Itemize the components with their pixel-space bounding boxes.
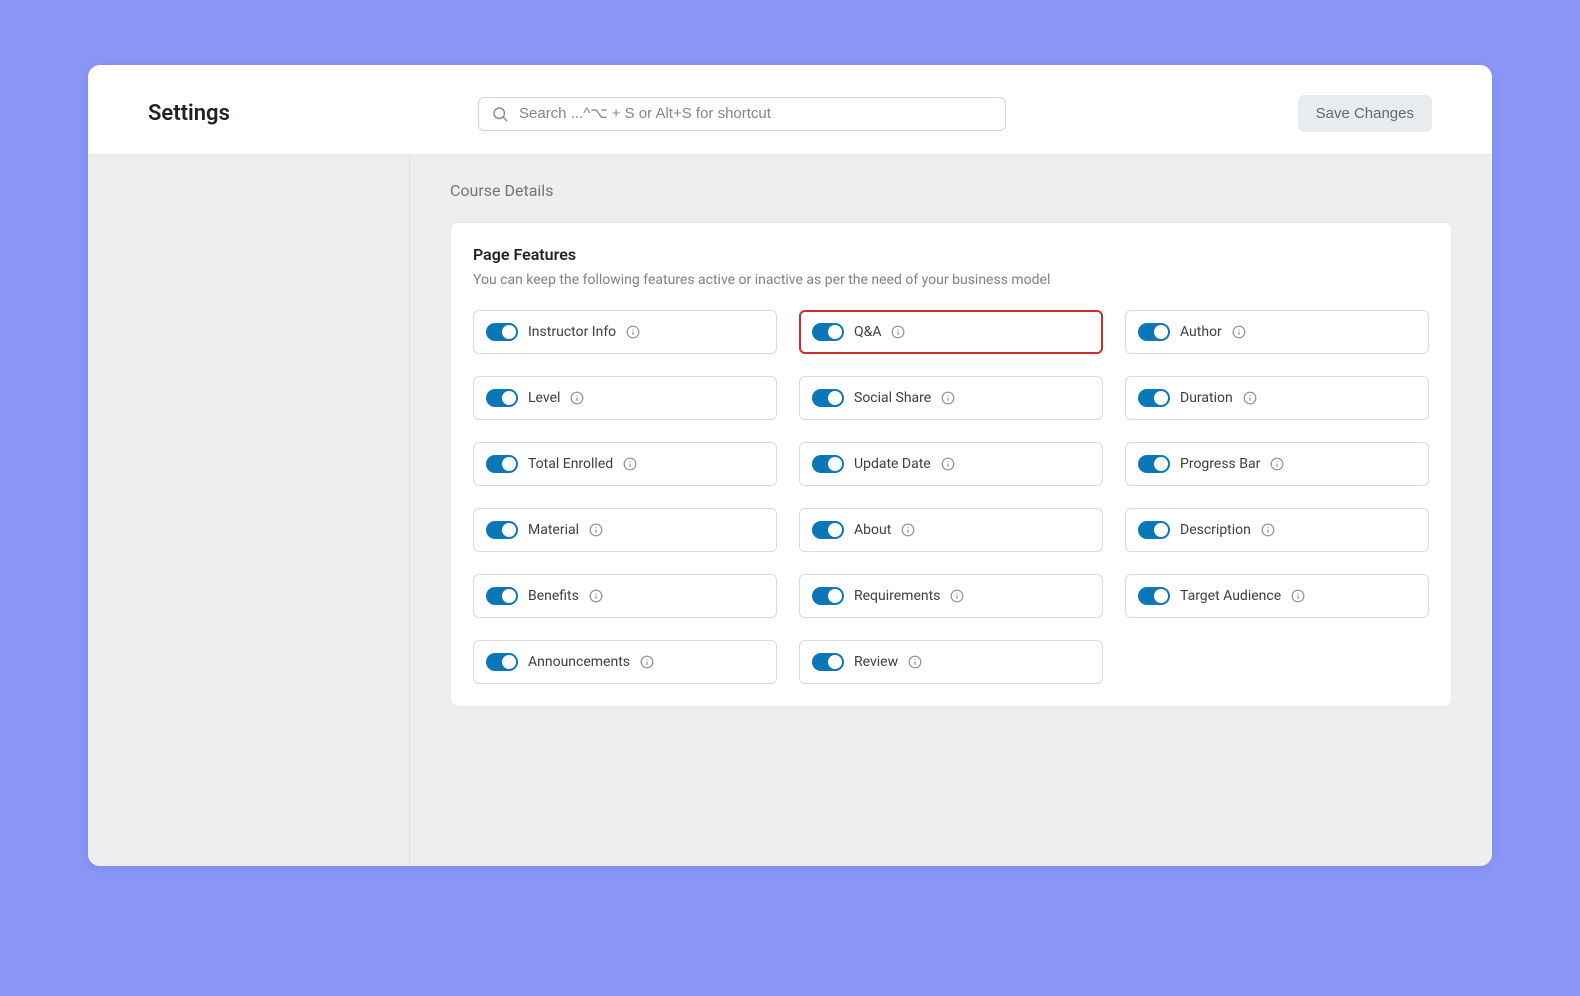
info-icon[interactable] xyxy=(1261,523,1275,537)
panel-description: You can keep the following features acti… xyxy=(473,272,1429,288)
feature-toggle[interactable] xyxy=(812,323,844,341)
info-icon[interactable] xyxy=(1243,391,1257,405)
search-field-wrap[interactable] xyxy=(478,97,1006,131)
feature-toggle[interactable] xyxy=(1138,521,1170,539)
feature-toggle[interactable] xyxy=(812,455,844,473)
info-icon[interactable] xyxy=(623,457,637,471)
feature-card: About xyxy=(799,508,1103,552)
feature-card: Instructor Info xyxy=(473,310,777,354)
feature-label: Total Enrolled xyxy=(528,456,613,472)
feature-label: Target Audience xyxy=(1180,588,1281,604)
page-title: Settings xyxy=(148,101,458,126)
feature-card: Announcements xyxy=(473,640,777,684)
panel-title: Page Features xyxy=(473,245,1429,264)
feature-label: Progress Bar xyxy=(1180,456,1260,472)
feature-label: Review xyxy=(854,654,898,670)
feature-card: Update Date xyxy=(799,442,1103,486)
feature-toggle[interactable] xyxy=(486,521,518,539)
info-icon[interactable] xyxy=(941,457,955,471)
info-icon[interactable] xyxy=(891,325,905,339)
info-icon[interactable] xyxy=(1270,457,1284,471)
search-icon xyxy=(491,105,509,123)
feature-card: Requirements xyxy=(799,574,1103,618)
body: Course Details Page Features You can kee… xyxy=(88,155,1492,866)
feature-card: Level xyxy=(473,376,777,420)
feature-toggle[interactable] xyxy=(486,587,518,605)
feature-label: Social Share xyxy=(854,390,931,406)
feature-card: Duration xyxy=(1125,376,1429,420)
feature-toggle[interactable] xyxy=(486,653,518,671)
info-icon[interactable] xyxy=(901,523,915,537)
info-icon[interactable] xyxy=(589,523,603,537)
info-icon[interactable] xyxy=(908,655,922,669)
feature-card: Target Audience xyxy=(1125,574,1429,618)
feature-toggle[interactable] xyxy=(812,653,844,671)
feature-label: Level xyxy=(528,390,560,406)
info-icon[interactable] xyxy=(950,589,964,603)
feature-toggle[interactable] xyxy=(1138,389,1170,407)
feature-toggle[interactable] xyxy=(1138,455,1170,473)
feature-toggle[interactable] xyxy=(486,389,518,407)
info-icon[interactable] xyxy=(640,655,654,669)
feature-card: Material xyxy=(473,508,777,552)
feature-toggle[interactable] xyxy=(1138,587,1170,605)
feature-card: Progress Bar xyxy=(1125,442,1429,486)
feature-toggle[interactable] xyxy=(486,455,518,473)
settings-window: Settings Save Changes Course Details Pag… xyxy=(88,65,1492,866)
sidebar xyxy=(133,155,410,866)
features-grid: Instructor Info Q&A Author Level Social Shar… xyxy=(473,310,1429,684)
info-icon[interactable] xyxy=(626,325,640,339)
feature-label: Description xyxy=(1180,522,1251,538)
info-icon[interactable] xyxy=(589,589,603,603)
info-icon[interactable] xyxy=(1291,589,1305,603)
feature-toggle[interactable] xyxy=(486,323,518,341)
feature-card: Q&A xyxy=(799,310,1103,354)
info-icon[interactable] xyxy=(570,391,584,405)
feature-toggle[interactable] xyxy=(812,587,844,605)
feature-label: Requirements xyxy=(854,588,940,604)
feature-label: Material xyxy=(528,522,579,538)
feature-label: About xyxy=(854,522,891,538)
feature-toggle[interactable] xyxy=(812,521,844,539)
info-icon[interactable] xyxy=(941,391,955,405)
feature-card: Author xyxy=(1125,310,1429,354)
feature-toggle[interactable] xyxy=(812,389,844,407)
feature-label: Q&A xyxy=(854,324,881,340)
save-changes-button[interactable]: Save Changes xyxy=(1298,95,1432,132)
feature-label: Instructor Info xyxy=(528,324,616,340)
page-features-panel: Page Features You can keep the following… xyxy=(450,222,1452,707)
feature-card: Review xyxy=(799,640,1103,684)
feature-card: Description xyxy=(1125,508,1429,552)
feature-card: Benefits xyxy=(473,574,777,618)
info-icon[interactable] xyxy=(1232,325,1246,339)
feature-label: Duration xyxy=(1180,390,1233,406)
topbar: Settings Save Changes xyxy=(88,65,1492,155)
content: Course Details Page Features You can kee… xyxy=(410,155,1492,866)
search-input[interactable] xyxy=(519,105,993,122)
feature-card: Social Share xyxy=(799,376,1103,420)
breadcrumb: Course Details xyxy=(450,181,1452,200)
feature-label: Update Date xyxy=(854,456,931,472)
feature-toggle[interactable] xyxy=(1138,323,1170,341)
feature-card: Total Enrolled xyxy=(473,442,777,486)
feature-label: Author xyxy=(1180,324,1222,340)
feature-label: Announcements xyxy=(528,654,630,670)
feature-label: Benefits xyxy=(528,588,579,604)
